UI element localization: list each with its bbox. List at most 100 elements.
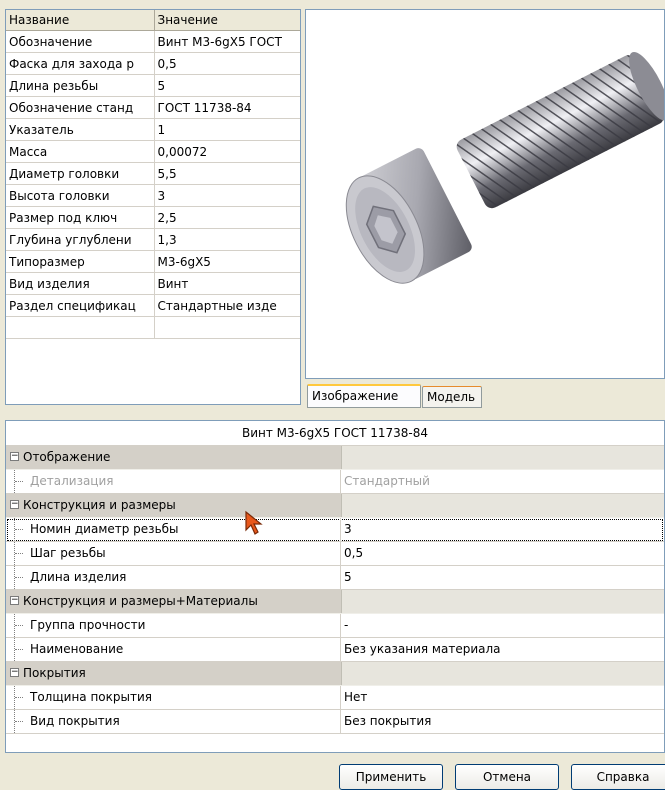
grid-category-row[interactable]: − Конструкция и размеры+Материалы bbox=[6, 590, 664, 614]
image-preview bbox=[305, 9, 665, 379]
property-name-cell: − Отображение bbox=[6, 446, 340, 469]
tab-image[interactable]: Изображение bbox=[307, 384, 421, 408]
tree-line bbox=[14, 542, 25, 565]
table-row-empty bbox=[6, 317, 301, 339]
cell-name: Обозначение bbox=[6, 31, 154, 53]
table-row[interactable]: Обозначение станд ГОСТ 11738-84 bbox=[6, 97, 301, 119]
tree-line bbox=[14, 686, 25, 709]
table-row[interactable]: Размер под ключ 2,5 bbox=[6, 207, 301, 229]
property-label: Толщина покрытия bbox=[30, 686, 152, 708]
property-name-cell: − Конструкция и размеры bbox=[6, 494, 340, 517]
property-value[interactable]: 3 bbox=[342, 518, 664, 541]
property-value bbox=[341, 590, 664, 613]
tree-line bbox=[14, 470, 25, 493]
property-label: Покрытия bbox=[23, 662, 86, 684]
property-label: Шаг резьбы bbox=[30, 542, 106, 564]
cell-name: Типоразмер bbox=[6, 251, 154, 273]
property-value[interactable]: Стандартный bbox=[342, 470, 664, 493]
collapse-icon[interactable]: − bbox=[10, 668, 19, 677]
cell-name: Обозначение станд bbox=[6, 97, 154, 119]
column-header-value[interactable]: Значение bbox=[154, 10, 301, 31]
property-value[interactable]: 0,5 bbox=[342, 542, 664, 565]
property-name-cell: Номин диаметр резьбы bbox=[6, 518, 341, 541]
collapse-icon[interactable]: − bbox=[10, 596, 19, 605]
property-label: Конструкция и размеры bbox=[23, 494, 176, 516]
property-name-cell: Наименование bbox=[6, 638, 341, 661]
property-value[interactable]: Без указания материала bbox=[342, 638, 664, 661]
grid-property-row[interactable]: Шаг резьбы 0,5 bbox=[6, 542, 664, 566]
table-row[interactable]: Длина резьбы 5 bbox=[6, 75, 301, 97]
property-value bbox=[341, 494, 664, 517]
grid-category-row[interactable]: − Покрытия bbox=[6, 662, 664, 686]
property-value[interactable]: Без покрытия bbox=[342, 710, 664, 733]
properties-header-row: Название Значение bbox=[6, 10, 301, 31]
cell-name: Высота головки bbox=[6, 185, 154, 207]
cell-value: ГОСТ 11738-84 bbox=[154, 97, 301, 119]
property-value[interactable]: Нет bbox=[342, 686, 664, 709]
grid-property-row[interactable]: Детализация Стандартный bbox=[6, 470, 664, 494]
property-name-cell: Детализация bbox=[6, 470, 341, 493]
cell-name: Диаметр головки bbox=[6, 163, 154, 185]
tab-model[interactable]: Модель bbox=[422, 386, 482, 408]
grid-title: Винт М3-6gX5 ГОСТ 11738-84 bbox=[6, 421, 664, 446]
table-row[interactable]: Диаметр головки 5,5 bbox=[6, 163, 301, 185]
cell-name: Длина резьбы bbox=[6, 75, 154, 97]
screw-image bbox=[306, 10, 665, 379]
tree-line bbox=[14, 638, 25, 661]
cancel-button[interactable]: Отмена bbox=[455, 764, 559, 790]
cell-value: Стандартные изде bbox=[154, 295, 301, 317]
property-name-cell: Группа прочности bbox=[6, 614, 341, 637]
grid-property-row[interactable]: Длина изделия 5 bbox=[6, 566, 664, 590]
table-row[interactable]: Высота головки 3 bbox=[6, 185, 301, 207]
tree-line bbox=[14, 710, 25, 733]
grid-property-row[interactable]: Наименование Без указания материала bbox=[6, 638, 664, 662]
cell-value: 2,5 bbox=[154, 207, 301, 229]
cell-value: 0,00072 bbox=[154, 141, 301, 163]
tree-line bbox=[14, 614, 25, 637]
property-label: Вид покрытия bbox=[30, 710, 120, 732]
property-label: Конструкция и размеры+Материалы bbox=[23, 590, 258, 612]
property-value bbox=[341, 446, 664, 469]
arrow-cursor-icon bbox=[244, 510, 264, 536]
cell-name: Вид изделия bbox=[6, 273, 154, 295]
help-button[interactable]: Справка bbox=[571, 764, 665, 790]
cell-value: 5,5 bbox=[154, 163, 301, 185]
property-label: Детализация bbox=[30, 470, 114, 492]
property-label: Длина изделия bbox=[30, 566, 126, 588]
tree-line bbox=[14, 518, 25, 541]
property-label: Номин диаметр резьбы bbox=[30, 518, 179, 540]
table-row[interactable]: Вид изделия Винт bbox=[6, 273, 301, 295]
grid-property-row[interactable]: Толщина покрытия Нет bbox=[6, 686, 664, 710]
cell-name: Размер под ключ bbox=[6, 207, 154, 229]
property-value[interactable]: 5 bbox=[342, 566, 664, 589]
property-grid: Винт М3-6gX5 ГОСТ 11738-84 − Отображение Д… bbox=[5, 420, 665, 753]
tree-line bbox=[14, 566, 25, 589]
property-value[interactable]: - bbox=[342, 614, 664, 637]
property-label: Отображение bbox=[23, 446, 110, 468]
collapse-icon[interactable]: − bbox=[10, 500, 19, 509]
table-row[interactable]: Типоразмер М3-6gX5 bbox=[6, 251, 301, 273]
grid-category-row[interactable]: − Отображение bbox=[6, 446, 664, 470]
table-row[interactable]: Масса 0,00072 bbox=[6, 141, 301, 163]
collapse-icon[interactable]: − bbox=[10, 452, 19, 461]
grid-property-row[interactable]: Номин диаметр резьбы 3 bbox=[6, 518, 664, 542]
property-value bbox=[341, 662, 664, 685]
cell-value: 1 bbox=[154, 119, 301, 141]
table-row[interactable]: Глубина углублени 1,3 bbox=[6, 229, 301, 251]
column-header-name[interactable]: Название bbox=[6, 10, 154, 31]
table-row[interactable]: Указатель 1 bbox=[6, 119, 301, 141]
property-name-cell: Шаг резьбы bbox=[6, 542, 341, 565]
property-name-cell: Длина изделия bbox=[6, 566, 341, 589]
grid-property-row[interactable]: Вид покрытия Без покрытия bbox=[6, 710, 664, 734]
grid-property-row[interactable]: Группа прочности - bbox=[6, 614, 664, 638]
cell-name bbox=[6, 317, 154, 339]
apply-button[interactable]: Применить bbox=[339, 764, 443, 790]
table-row[interactable]: Раздел спецификац Стандартные изде bbox=[6, 295, 301, 317]
cell-name: Глубина углублени bbox=[6, 229, 154, 251]
property-label: Наименование bbox=[30, 638, 123, 660]
grid-category-row[interactable]: − Конструкция и размеры bbox=[6, 494, 664, 518]
table-row[interactable]: Обозначение Винт М3-6gX5 ГОСТ bbox=[6, 31, 301, 53]
cell-name: Указатель bbox=[6, 119, 154, 141]
cell-name: Раздел спецификац bbox=[6, 295, 154, 317]
table-row[interactable]: Фаска для захода р 0,5 bbox=[6, 53, 301, 75]
